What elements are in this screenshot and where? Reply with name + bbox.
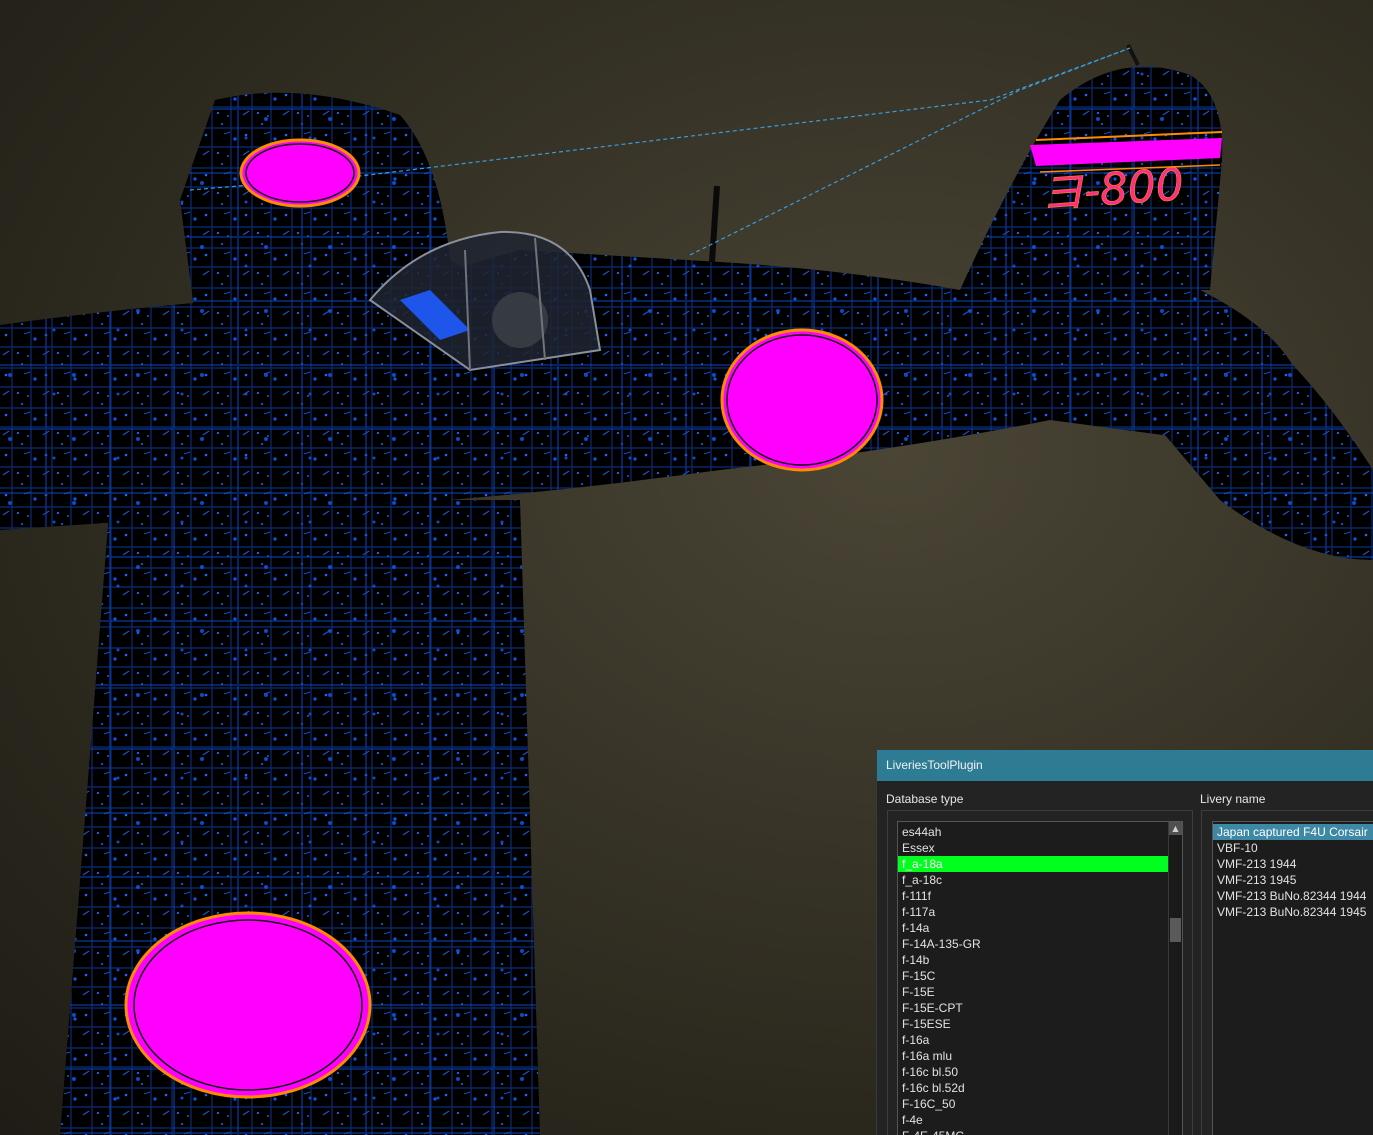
database-type-item[interactable]: f-111f (898, 888, 1168, 904)
livery-item[interactable]: VMF-213 1945 (1213, 872, 1373, 888)
database-type-list[interactable]: es44ah Essex f_a-18a f_a-18c f-111f f-117a f-1… (897, 821, 1183, 1135)
database-type-item[interactable]: f-4e (898, 1112, 1168, 1128)
livery-item[interactable]: VBF-10 (1213, 840, 1373, 856)
hinomaru-wing-lower (124, 911, 372, 1099)
database-type-item[interactable]: es44ah (898, 824, 1168, 840)
database-type-item[interactable]: F-4E-45MC (898, 1128, 1168, 1135)
database-type-item[interactable]: F-15C (898, 968, 1168, 984)
database-type-item[interactable]: f-16c bl.50 (898, 1064, 1168, 1080)
database-type-item[interactable]: Essex (898, 840, 1168, 856)
livery-item[interactable]: VMF-213 1944 (1213, 856, 1373, 872)
database-type-item[interactable]: f_a-18a (898, 856, 1168, 872)
database-type-item[interactable]: f-117a (898, 904, 1168, 920)
database-type-item[interactable]: F-15E (898, 984, 1168, 1000)
database-type-label: Database type (886, 792, 964, 806)
livery-item[interactable]: Japan captured F4U Corsair (1213, 824, 1373, 840)
hinomaru-fuselage (720, 328, 884, 472)
livery-item[interactable]: VMF-213 BuNo.82344 1944 (1213, 888, 1373, 904)
database-type-item[interactable]: f-14b (898, 952, 1168, 968)
tail-code: ヨ-800 (1038, 159, 1185, 220)
database-type-item[interactable]: f-16c bl.52d (898, 1080, 1168, 1096)
database-type-item[interactable]: F-16C_50 (898, 1096, 1168, 1112)
livery-name-list[interactable]: Japan captured F4U Corsair VBF-10 VMF-213 … (1212, 821, 1373, 1135)
database-type-item[interactable]: F-15ESE (898, 1016, 1168, 1032)
antenna-mast (709, 185, 720, 263)
database-type-item[interactable]: f-16a mlu (898, 1048, 1168, 1064)
livery-item[interactable]: VMF-213 BuNo.82344 1945 (1213, 904, 1373, 920)
scrollbar-thumb[interactable] (1170, 918, 1181, 942)
database-type-item[interactable]: F-14A-135-GR (898, 936, 1168, 952)
scroll-up-arrow-icon[interactable]: ▲ (1169, 822, 1182, 835)
database-type-item[interactable]: f_a-18c (898, 872, 1168, 888)
database-type-item[interactable]: f-14a (898, 920, 1168, 936)
livery-name-label: Livery name (1200, 792, 1266, 806)
database-type-item[interactable]: f-16a (898, 1032, 1168, 1048)
database-type-scrollbar[interactable]: ▲ (1168, 822, 1182, 1135)
hinomaru-wing-upper (239, 138, 361, 208)
plugin-titlebar[interactable]: LiveriesToolPlugin (877, 750, 1373, 781)
database-type-item[interactable]: F-15E-CPT (898, 1000, 1168, 1016)
liveries-tool-plugin-window: LiveriesToolPlugin Database type Livery … (876, 750, 1373, 1135)
plugin-title: LiveriesToolPlugin (886, 758, 983, 772)
